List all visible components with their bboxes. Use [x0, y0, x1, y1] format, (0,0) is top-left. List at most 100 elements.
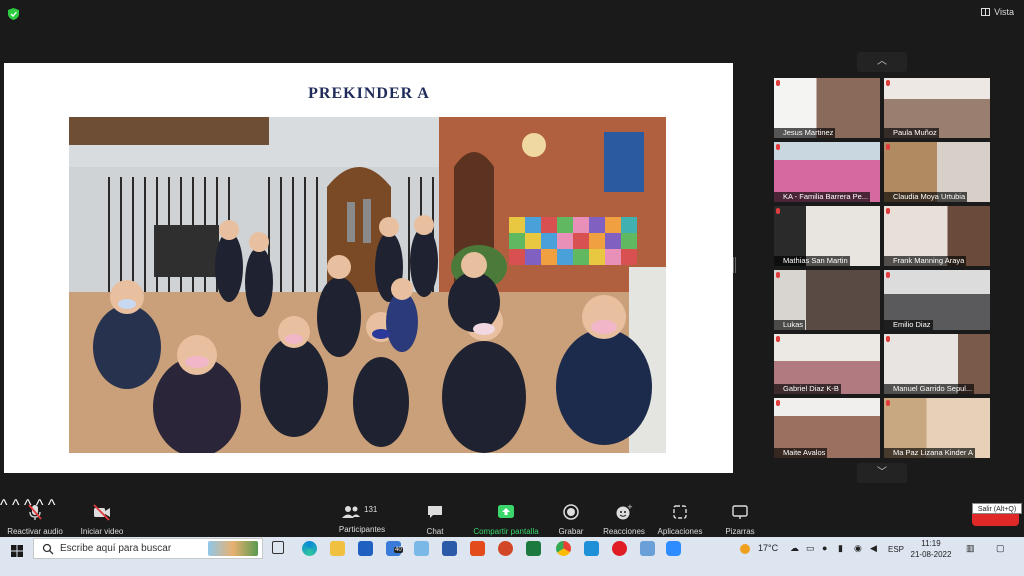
participant-name: Gabriel Diaz K-B — [774, 384, 841, 394]
class-photo — [69, 117, 666, 453]
weather-icon[interactable] — [740, 544, 750, 554]
powerpoint-icon[interactable] — [498, 541, 513, 556]
unmute-button[interactable]: Reactivar audio — [4, 497, 66, 537]
apps-icon — [673, 505, 687, 519]
slide-title: PREKINDER A — [308, 85, 430, 102]
unmute-label: Reactivar audio — [7, 527, 63, 536]
participant-tile[interactable]: Jesus Martinez — [774, 78, 880, 138]
participant-name: Lukas — [774, 320, 806, 330]
store-icon[interactable] — [358, 541, 373, 556]
mic-muted-icon — [776, 336, 780, 342]
weather-temperature[interactable]: 17°C — [758, 543, 778, 553]
windows-start-icon[interactable] — [11, 545, 23, 557]
shared-screen-slide: PREKINDER A — [4, 63, 733, 473]
participants-icon — [342, 506, 360, 518]
mail-icon[interactable]: 40 — [386, 541, 403, 556]
participant-name: Jesus Martinez — [774, 128, 836, 138]
share-screen-button[interactable]: Compartir pantalla — [468, 497, 544, 537]
view-grid-icon — [981, 8, 991, 16]
apps-button[interactable]: Aplicaciones — [654, 497, 706, 537]
keyboard-language[interactable]: ESP — [888, 545, 904, 554]
chat-button[interactable]: Chat — [418, 497, 452, 537]
paint-icon[interactable] — [414, 541, 429, 556]
widgets-icon[interactable]: ▥ — [966, 543, 975, 554]
start-video-label: Iniciar video — [80, 527, 124, 536]
leave-tooltip: Salir (Alt+Q) — [972, 503, 1022, 514]
volume-icon[interactable]: ◀ — [870, 543, 877, 554]
battery-icon[interactable]: ▮ — [838, 543, 843, 554]
chevron-up-icon: ︿ — [877, 56, 887, 67]
file-explorer-icon[interactable] — [330, 541, 345, 556]
record-label: Grabar — [558, 527, 584, 536]
zoom-icon[interactable] — [666, 541, 681, 556]
participant-tile[interactable]: Emilio Diaz — [884, 270, 990, 330]
chat-icon — [428, 506, 442, 518]
class-photo-illustration — [69, 117, 666, 453]
participant-tile[interactable]: Frank Manning Araya — [884, 206, 990, 266]
taskbar-clock[interactable]: 11:19 21-08-2022 — [910, 538, 952, 560]
gallery-prev-button[interactable]: ︿ — [857, 52, 907, 72]
meeting-toolbar: Reactivar audio ^ Iniciar video ^ 131 Pa… — [0, 497, 1024, 537]
mic-muted-icon — [776, 144, 780, 150]
gallery-next-button[interactable]: ﹀ — [857, 463, 907, 483]
participant-tile[interactable]: KA - Familia Barrera Pe... — [774, 142, 880, 202]
participant-name: Claudia Moya Urtubia — [884, 192, 968, 202]
participant-tile[interactable]: Lukas — [774, 270, 880, 330]
zoom-meeting-window: Vista PREKINDER A ︿ Jesus Martinez Paula… — [0, 0, 1024, 537]
participant-name: Frank Manning Araya — [884, 256, 967, 266]
chevron-down-icon: ﹀ — [877, 467, 887, 478]
mail-unread-badge: 40 — [394, 547, 403, 553]
participant-tile[interactable]: Maite Avalos — [774, 398, 880, 458]
participant-tile[interactable]: Ma Paz Lizana Kinder A — [884, 398, 990, 458]
participant-name: Ma Paz Lizana Kinder A — [884, 448, 976, 458]
monitor-icon[interactable]: ▭ — [806, 543, 815, 554]
mic-muted-icon — [886, 208, 890, 214]
reactions-icon: + — [616, 503, 633, 520]
clock-time: 11:19 — [921, 539, 941, 548]
opera-icon[interactable] — [612, 541, 627, 556]
start-video-button[interactable]: Iniciar video — [76, 497, 128, 537]
participant-name: KA - Familia Barrera Pe... — [774, 192, 871, 202]
encryption-shield-icon[interactable] — [8, 8, 19, 20]
participant-name: Emilio Diaz — [884, 320, 933, 330]
apps-label: Aplicaciones — [657, 527, 703, 536]
svg-text:+: + — [627, 503, 633, 511]
chat-label: Chat — [426, 527, 444, 536]
participants-button[interactable]: 131 Participantes — [336, 497, 388, 537]
participant-tile[interactable]: Claudia Moya Urtubia — [884, 142, 990, 202]
people-icon[interactable] — [640, 541, 655, 556]
edge-browser-icon[interactable] — [302, 541, 317, 556]
cloud-icon[interactable]: ☁ — [790, 543, 799, 554]
participants-label: Participantes — [338, 525, 386, 534]
chrome-icon[interactable] — [556, 541, 571, 556]
participant-name: Mathias San Martin — [774, 256, 850, 266]
reactions-button[interactable]: + Reacciones — [600, 497, 648, 537]
share-screen-label: Compartir pantalla — [473, 527, 539, 536]
mic-muted-icon — [776, 208, 780, 214]
excel-icon[interactable] — [526, 541, 541, 556]
whiteboards-button[interactable]: Pizarras — [720, 497, 760, 537]
participant-tile[interactable]: Manuel Garrido Sepul... — [884, 334, 990, 394]
mic-muted-icon — [886, 144, 890, 150]
view-button[interactable]: Vista — [981, 7, 1014, 17]
participants-count: 131 — [364, 505, 378, 514]
mic-tray-icon[interactable]: ● — [822, 543, 827, 553]
participant-tile[interactable]: Gabriel Diaz K-B — [774, 334, 880, 394]
meeting-top-bar: Vista — [0, 0, 1024, 26]
task-view-icon[interactable] — [272, 541, 284, 554]
network-icon[interactable]: ◉ — [854, 543, 862, 554]
notifications-icon[interactable]: ▢ — [996, 543, 1005, 554]
participant-tile[interactable]: Paula Muñoz — [884, 78, 990, 138]
app-icon[interactable] — [584, 541, 599, 556]
participant-tile[interactable]: Mathias San Martin — [774, 206, 880, 266]
mic-muted-icon — [886, 80, 890, 86]
view-label: Vista — [994, 7, 1014, 17]
mic-muted-icon — [776, 272, 780, 278]
panel-resize-handle[interactable] — [733, 257, 736, 273]
office-icon[interactable] — [470, 541, 485, 556]
taskbar-search-box[interactable]: Escribe aquí para buscar — [33, 538, 263, 559]
clock-date: 21-08-2022 — [910, 550, 952, 559]
word-icon[interactable] — [442, 541, 457, 556]
record-icon — [563, 504, 579, 520]
record-button[interactable]: Grabar — [552, 497, 590, 537]
